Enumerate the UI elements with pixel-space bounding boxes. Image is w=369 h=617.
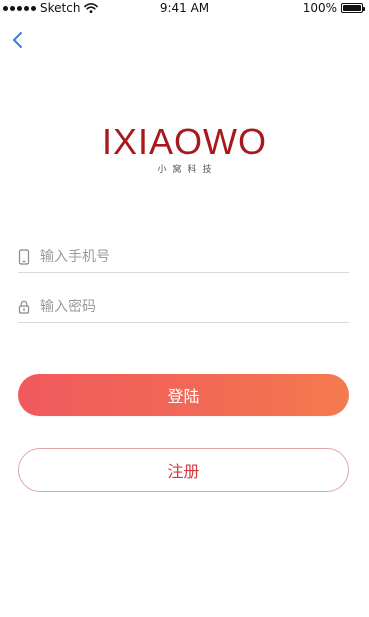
chevron-left-icon	[13, 32, 22, 48]
battery-icon	[341, 3, 365, 13]
phone-field[interactable]	[18, 242, 349, 273]
logo-wordmark: IXIAOWO	[101, 121, 267, 162]
phone-icon	[18, 249, 30, 265]
logo-tagline: 小窝科技	[157, 165, 218, 175]
register-button[interactable]: 注册	[18, 448, 349, 492]
brand-logo: IXIAOWO 小窝科技	[0, 121, 369, 176]
status-right: 100%	[302, 0, 365, 16]
battery-percent: 100%	[302, 1, 337, 15]
status-bar: Sketch 9:41 AM 100%	[0, 0, 369, 16]
login-button[interactable]: 登陆	[18, 374, 349, 416]
phone-input[interactable]	[40, 249, 349, 265]
password-input[interactable]	[40, 299, 349, 315]
password-field[interactable]	[18, 292, 349, 323]
back-button[interactable]	[8, 28, 28, 52]
lock-icon	[18, 299, 30, 315]
